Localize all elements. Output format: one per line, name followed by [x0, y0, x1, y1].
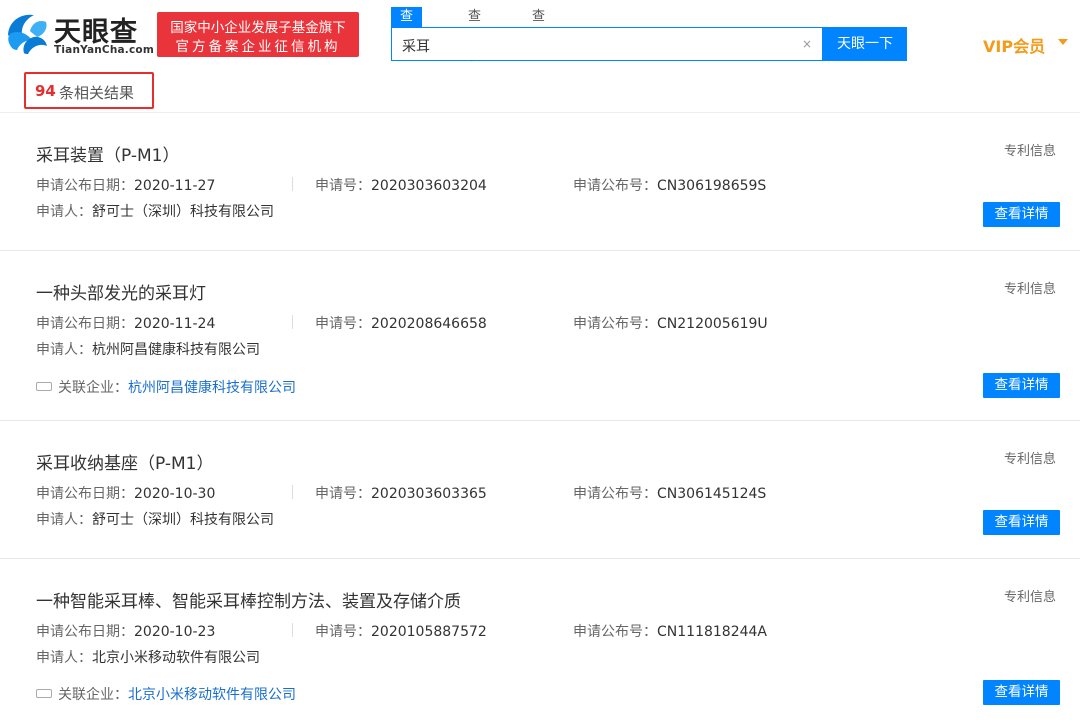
pub-no-value: CN306198659S	[657, 178, 767, 194]
related-company-link[interactable]: 北京小米移动软件有限公司	[128, 687, 296, 703]
divider	[292, 623, 293, 637]
app-no-label: 申请号：	[315, 178, 371, 194]
pub-no: 申请公布号：CN111818244A	[573, 621, 767, 641]
pub-date-value: 2020-11-24	[134, 316, 216, 332]
app-no: 申请号：2020303603365	[315, 483, 487, 503]
view-detail-button[interactable]: 查看详情	[983, 510, 1060, 535]
pub-no-label: 申请公布号：	[573, 316, 657, 332]
related-company: 关联企业：杭州阿昌健康科技有限公司	[36, 377, 296, 397]
link-icon	[36, 381, 52, 391]
applicant-label: 申请人：	[36, 512, 92, 528]
app-no: 申请号：2020208646658	[315, 313, 487, 333]
result-type: 专利信息	[1004, 590, 1057, 605]
app-no-label: 申请号：	[315, 624, 371, 640]
divider	[292, 315, 293, 329]
result-title[interactable]: 一种头部发光的采耳灯	[36, 279, 206, 304]
result-item: 一种头部发光的采耳灯 专利信息 申请公布日期：2020-11-24 申请号：20…	[0, 251, 1080, 421]
link-icon	[36, 688, 52, 698]
app-no-value: 2020303603204	[371, 178, 487, 194]
search-query: 采耳	[402, 39, 430, 55]
divider	[292, 177, 293, 191]
pub-no-label: 申请公布号：	[573, 624, 657, 640]
tab-company[interactable]: 查公司	[391, 7, 423, 64]
logo-domain: TianYanCha.com	[54, 44, 154, 56]
app-no-label: 申请号：	[315, 486, 371, 502]
pub-no: 申请公布号：CN212005619U	[573, 313, 768, 333]
result-type: 专利信息	[1004, 282, 1057, 297]
top-header: 天眼查 TianYanCha.com 国家中小企业发展子基金旗下 官方备案企业征…	[0, 0, 1080, 78]
applicant: 申请人：舒可士（深圳）科技有限公司	[36, 509, 274, 529]
pub-date-label: 申请公布日期：	[36, 486, 134, 502]
badge-line-2: 官方备案企业征信机构	[175, 39, 341, 55]
related-label: 关联企业：	[58, 380, 128, 396]
app-no: 申请号：2020105887572	[315, 621, 487, 641]
divider	[292, 485, 293, 499]
applicant-value: 舒可士（深圳）科技有限公司	[92, 204, 274, 220]
tab-relation[interactable]: 查关系	[532, 7, 545, 64]
pub-date-value: 2020-10-30	[134, 486, 216, 502]
result-item: 采耳装置（P-M1） 专利信息 申请公布日期：2020-11-27 申请号：20…	[0, 113, 1080, 251]
tab-boss[interactable]: 查老板	[468, 7, 481, 64]
chevron-down-icon[interactable]	[1058, 39, 1068, 45]
view-detail-button[interactable]: 查看详情	[983, 373, 1060, 398]
pub-no: 申请公布号：CN306198659S	[573, 175, 766, 195]
clear-icon[interactable]: ×	[800, 36, 814, 52]
result-item: 采耳收纳基座（P-M1） 专利信息 申请公布日期：2020-10-30 申请号：…	[0, 421, 1080, 559]
view-detail-button[interactable]: 查看详情	[983, 680, 1060, 705]
result-type: 专利信息	[1004, 144, 1057, 159]
search-input[interactable]: 采耳 ×	[391, 27, 823, 61]
result-title[interactable]: 采耳收纳基座（P-M1）	[36, 449, 214, 474]
pub-date-value: 2020-11-27	[134, 178, 216, 194]
pub-no-value: CN111818244A	[657, 624, 767, 640]
result-count: 94 条相关结果	[24, 72, 154, 109]
pub-no: 申请公布号：CN306145124S	[573, 483, 766, 503]
logo-mark-icon	[8, 14, 47, 54]
app-no: 申请号：2020303603204	[315, 175, 487, 195]
app-no-label: 申请号：	[315, 316, 371, 332]
related-company-link[interactable]: 杭州阿昌健康科技有限公司	[128, 380, 296, 396]
vip-member-link[interactable]: VIP会员	[983, 33, 1045, 57]
pub-date-value: 2020-10-23	[134, 624, 216, 640]
related-label: 关联企业：	[58, 687, 128, 703]
applicant-label: 申请人：	[36, 342, 92, 358]
pub-no-value: CN306145124S	[657, 486, 767, 502]
result-item: 一种智能采耳棒、智能采耳棒控制方法、装置及存储介质 专利信息 申请公布日期：20…	[0, 559, 1080, 726]
applicant: 申请人：舒可士（深圳）科技有限公司	[36, 201, 274, 221]
pub-no-label: 申请公布号：	[573, 486, 657, 502]
pub-date-label: 申请公布日期：	[36, 624, 134, 640]
applicant: 申请人：北京小米移动软件有限公司	[36, 647, 260, 667]
search-button[interactable]: 天眼一下	[823, 27, 907, 61]
applicant-value: 杭州阿昌健康科技有限公司	[92, 342, 260, 358]
related-company: 关联企业：北京小米移动软件有限公司	[36, 684, 296, 704]
result-count-number: 94	[35, 82, 56, 100]
app-no-value: 2020105887572	[371, 624, 487, 640]
applicant-label: 申请人：	[36, 204, 92, 220]
applicant-label: 申请人：	[36, 650, 92, 666]
result-title[interactable]: 采耳装置（P-M1）	[36, 141, 180, 166]
result-title[interactable]: 一种智能采耳棒、智能采耳棒控制方法、装置及存储介质	[36, 587, 461, 612]
app-no-value: 2020303603365	[371, 486, 487, 502]
pub-date-label: 申请公布日期：	[36, 178, 134, 194]
view-detail-button[interactable]: 查看详情	[983, 202, 1060, 227]
applicant: 申请人：杭州阿昌健康科技有限公司	[36, 339, 260, 359]
result-type: 专利信息	[1004, 452, 1057, 467]
badge-line-1: 国家中小企业发展子基金旗下	[170, 20, 346, 36]
site-logo[interactable]: 天眼查 TianYanCha.com	[4, 8, 154, 60]
official-badge: 国家中小企业发展子基金旗下 官方备案企业征信机构	[157, 12, 359, 57]
app-no-value: 2020208646658	[371, 316, 487, 332]
pub-no-label: 申请公布号：	[573, 178, 657, 194]
applicant-value: 舒可士（深圳）科技有限公司	[92, 512, 274, 528]
applicant-value: 北京小米移动软件有限公司	[92, 650, 260, 666]
pub-date-label: 申请公布日期：	[36, 316, 134, 332]
pub-date: 申请公布日期：2020-10-23	[36, 621, 215, 641]
pub-date: 申请公布日期：2020-11-27	[36, 175, 215, 195]
pub-date: 申请公布日期：2020-11-24	[36, 313, 215, 333]
pub-date: 申请公布日期：2020-10-30	[36, 483, 215, 503]
pub-no-value: CN212005619U	[657, 316, 768, 332]
result-count-label: 条相关结果	[59, 84, 135, 102]
